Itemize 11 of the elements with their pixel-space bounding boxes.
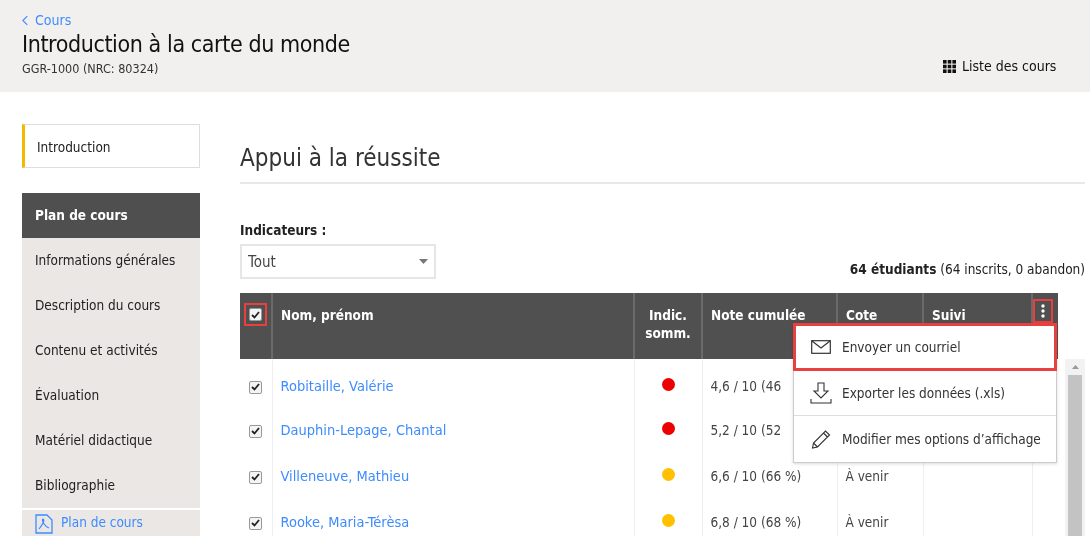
section-heading: Appui à la réussite (240, 144, 1085, 184)
course-code: GGR-1000 (NRC: 80324) (22, 61, 160, 76)
grade-cell: 5,2 / 10 (52 (710, 422, 782, 438)
course-title: Introduction à la carte du monde (22, 31, 350, 57)
filter-label: Indicateurs : (240, 222, 328, 238)
grade-cell: 4,6 / 10 (46 (710, 378, 782, 394)
rating-cell: À venir (845, 468, 889, 484)
grade-cell: 6,6 / 10 (66 %) (710, 468, 802, 484)
rating-cell: À venir (845, 514, 889, 530)
grade-cell: 6,8 / 10 (68 %) (710, 514, 802, 530)
student-count: 64 étudiants (64 inscrits, 0 abandon) (849, 261, 1085, 277)
